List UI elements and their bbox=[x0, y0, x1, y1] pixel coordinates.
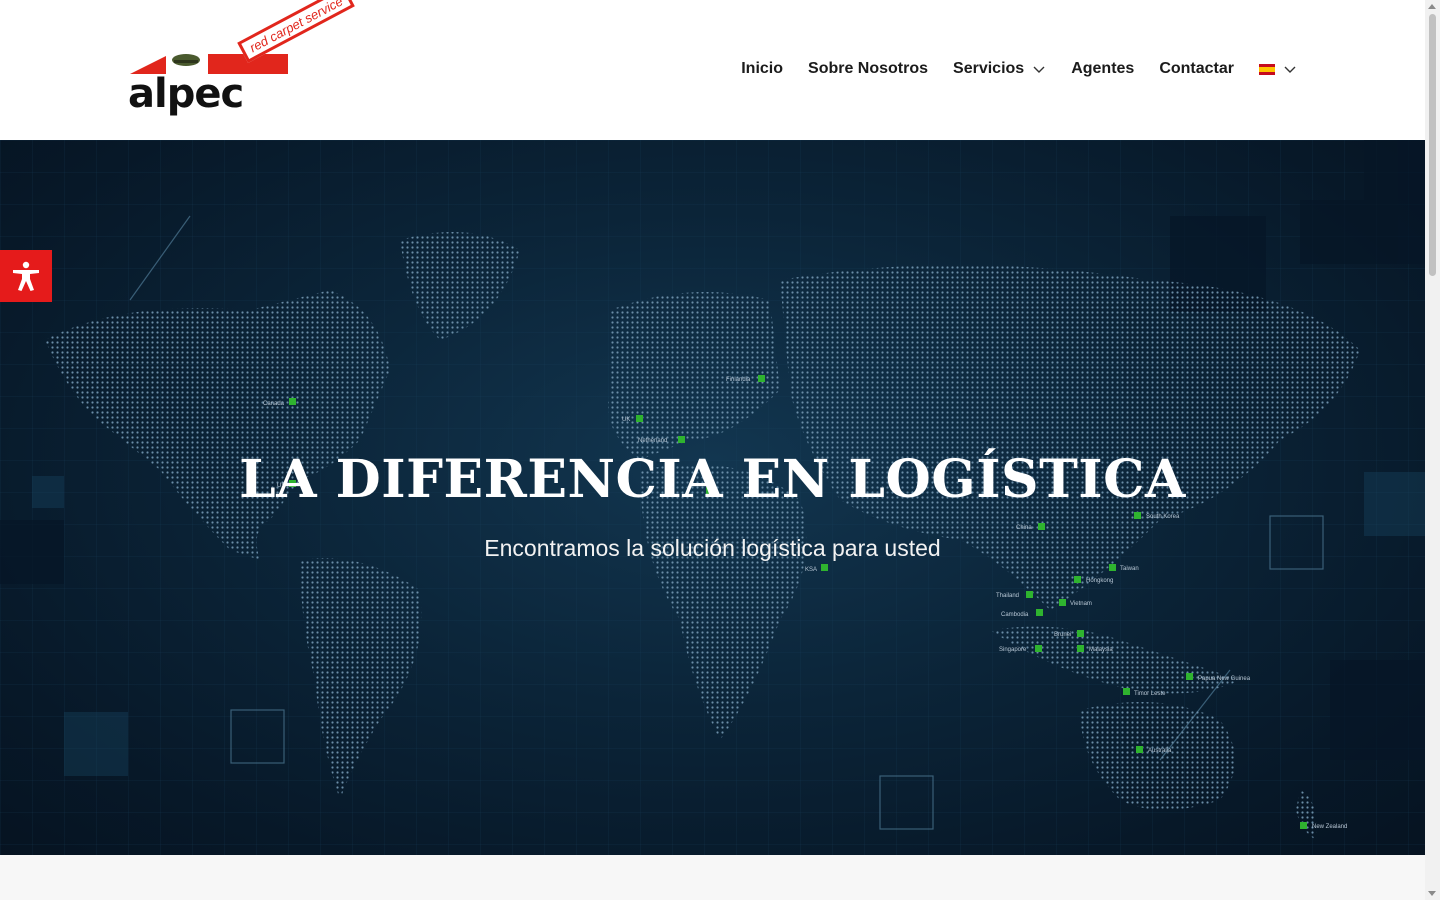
svg-text:Timor Leste: Timor Leste bbox=[1134, 691, 1166, 697]
nav-item-agentes[interactable]: Agentes bbox=[1071, 58, 1134, 80]
spain-flag-icon bbox=[1259, 63, 1275, 75]
accessibility-button[interactable] bbox=[0, 250, 52, 302]
svg-text:Malaysia: Malaysia bbox=[1089, 647, 1113, 653]
svg-text:Canada: Canada bbox=[263, 401, 285, 407]
nav-item-contactar[interactable]: Contactar bbox=[1159, 58, 1234, 80]
svg-text:KSA: KSA bbox=[805, 567, 817, 573]
nav-label: Agentes bbox=[1071, 60, 1135, 77]
scroll-down-arrow-icon[interactable] bbox=[1428, 891, 1436, 896]
nav-item-inicio[interactable]: Inicio bbox=[741, 58, 783, 80]
nav-label: Servicios bbox=[953, 60, 1025, 77]
main-nav: Inicio Sobre Nosotros Servicios Agentes … bbox=[716, 58, 1297, 80]
svg-text:Hongkong: Hongkong bbox=[1086, 578, 1113, 584]
svg-text:Brunei: Brunei bbox=[1054, 632, 1071, 638]
svg-text:Thailand: Thailand bbox=[996, 593, 1019, 599]
scroll-up-arrow-icon[interactable] bbox=[1428, 4, 1436, 9]
nav-item-sobre-nosotros[interactable]: Sobre Nosotros bbox=[808, 58, 928, 80]
page-scrollbar[interactable] bbox=[1425, 0, 1440, 900]
svg-text:Finlandia: Finlandia bbox=[726, 377, 751, 383]
nav-label: Contactar bbox=[1159, 60, 1234, 77]
site-header: alpec red carpet service Inicio Sobre No… bbox=[0, 0, 1425, 140]
alpec-logo[interactable]: alpec red carpet service bbox=[128, 0, 356, 120]
svg-text:Vietnam: Vietnam bbox=[1070, 601, 1092, 607]
logo-wordmark: alpec bbox=[128, 71, 244, 117]
chevron-down-icon bbox=[1284, 66, 1296, 73]
scroll-thumb[interactable] bbox=[1429, 14, 1436, 276]
svg-text:UK: UK bbox=[622, 417, 630, 423]
svg-text:Netherland: Netherland bbox=[638, 438, 667, 444]
svg-text:Singapore: Singapore bbox=[999, 647, 1027, 653]
hero-title: LA DIFERENCIA EN LOGÍSTICA bbox=[239, 449, 1186, 510]
svg-text:New Zealand: New Zealand bbox=[1312, 824, 1347, 830]
nav-label: Sobre Nosotros bbox=[808, 60, 929, 77]
svg-text:China: China bbox=[1016, 525, 1032, 531]
hero-banner: Finlandia Canada UK Netherland US China … bbox=[0, 140, 1425, 855]
hero-subtitle: Encontramos la solución logística para u… bbox=[484, 535, 941, 561]
nav-item-servicios[interactable]: Servicios bbox=[953, 58, 1046, 80]
chevron-down-icon bbox=[1033, 66, 1045, 73]
svg-text:South Korea: South Korea bbox=[1146, 514, 1180, 520]
svg-text:Cambodia: Cambodia bbox=[1001, 612, 1029, 618]
language-switcher[interactable] bbox=[1259, 63, 1297, 75]
svg-text:Papua New Guinea: Papua New Guinea bbox=[1198, 676, 1251, 682]
accessibility-icon bbox=[13, 261, 39, 291]
svg-text:Taiwan: Taiwan bbox=[1120, 566, 1139, 572]
nav-label: Inicio bbox=[741, 60, 784, 77]
svg-text:Australia: Australia bbox=[1148, 748, 1172, 754]
next-section bbox=[0, 855, 1425, 900]
